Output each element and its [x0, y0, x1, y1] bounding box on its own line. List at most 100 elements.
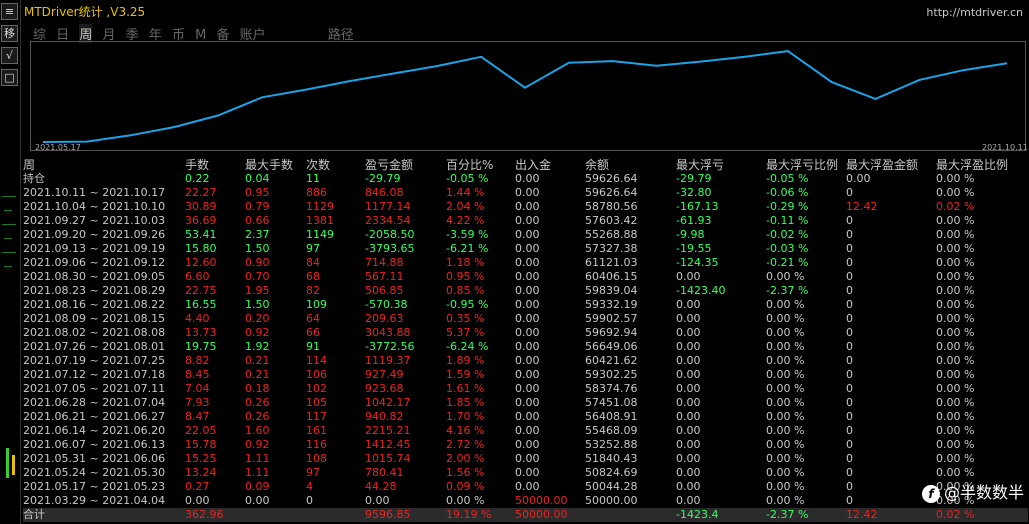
- table-cell: 0.00 %: [936, 368, 975, 381]
- table-row[interactable]: 2021.08.16 ~ 2021.08.22 16.55 1.50 109 -570.…: [23, 298, 1028, 312]
- check-button[interactable]: √: [1, 47, 18, 64]
- table-cell: 64: [306, 312, 320, 325]
- table-cell: 0.00 %: [766, 340, 805, 353]
- table-cell: 0.00: [676, 480, 701, 493]
- table-row[interactable]: 2021.09.20 ~ 2021.09.26 53.41 2.37 1149 -205…: [23, 228, 1028, 242]
- total-cell: 19.19 %: [446, 508, 492, 521]
- move-button[interactable]: 移: [1, 25, 18, 42]
- table-cell: 1.61 %: [446, 382, 485, 395]
- table-cell: -2.37 %: [766, 284, 809, 297]
- table-row[interactable]: 2021.05.17 ~ 2021.05.23 0.27 0.09 4 44.28 0.0…: [23, 480, 1028, 494]
- table-row[interactable]: 2021.10.11 ~ 2021.10.17 22.27 0.95 886 846.0…: [23, 186, 1028, 200]
- table-cell: 57451.08: [585, 396, 638, 409]
- chart-level-mark: [4, 238, 12, 239]
- table-cell: -2058.50: [365, 228, 415, 241]
- table-cell: 1149: [306, 228, 334, 241]
- position-row[interactable]: 持仓 0.22 0.04 11 -29.79 -0.05 % 0.00 59626.64 -29…: [23, 172, 1028, 186]
- table-cell: 0.00 %: [936, 424, 975, 437]
- table-cell: 108: [306, 452, 327, 465]
- table-cell: 0.00 %: [766, 326, 805, 339]
- table-row[interactable]: 2021.08.30 ~ 2021.09.05 6.60 0.70 68 567.11 0…: [23, 270, 1028, 284]
- table-cell: 0.00 %: [766, 354, 805, 367]
- table-cell: 0: [846, 494, 853, 507]
- table-cell: 0: [846, 340, 853, 353]
- table-row[interactable]: 2021.06.07 ~ 2021.06.13 15.78 0.92 116 1412.…: [23, 438, 1028, 452]
- table-row[interactable]: 2021.03.29 ~ 2021.04.04 0.00 0.00 0 0.00 0.00…: [23, 494, 1028, 508]
- table-cell: 2021.07.12 ~ 2021.07.18: [23, 368, 166, 381]
- table-row[interactable]: 2021.05.24 ~ 2021.05.30 13.24 1.11 97 780.41…: [23, 466, 1028, 480]
- table-row[interactable]: 2021.10.04 ~ 2021.10.10 30.89 0.79 1129 1177…: [23, 200, 1028, 214]
- table-cell: 0.00: [676, 410, 701, 423]
- table-cell: 91: [306, 340, 320, 353]
- left-toolbar: ≡ 移 √ □: [0, 0, 21, 524]
- table-cell: 102: [306, 382, 327, 395]
- table-row[interactable]: 2021.07.05 ~ 2021.07.11 7.04 0.18 102 923.68…: [23, 382, 1028, 396]
- table-header-row: 周 手数 最大手数 次数 盈亏金额 百分比% 出入金 余额 最大浮亏 最大浮亏比例 最大浮盈金额 最大…: [23, 158, 1028, 172]
- table-cell: 0.00: [676, 438, 701, 451]
- table-cell: 1119.37: [365, 354, 411, 367]
- table-cell: 0.00: [185, 494, 210, 507]
- table-cell: 15.78: [185, 438, 217, 451]
- table-row[interactable]: 2021.08.02 ~ 2021.08.08 13.73 0.92 66 3043.8…: [23, 326, 1028, 340]
- table-cell: 0.00: [676, 466, 701, 479]
- table-cell: 59692.94: [585, 326, 638, 339]
- table-cell: 2021.09.06 ~ 2021.09.12: [23, 256, 166, 269]
- table-row[interactable]: 2021.05.31 ~ 2021.06.06 15.25 1.11 108 1015.…: [23, 452, 1028, 466]
- table-cell: 53.41: [185, 228, 217, 241]
- table-cell: 2021.09.27 ~ 2021.10.03: [23, 214, 166, 227]
- table-cell: 0.00: [515, 214, 540, 227]
- total-cell: -1423.4: [676, 508, 719, 521]
- table-cell: 2021.05.24 ~ 2021.05.30: [23, 466, 166, 479]
- table-cell: 0.00 %: [936, 312, 975, 325]
- table-cell: 0.00 %: [936, 270, 975, 283]
- table-cell: 0.00 %: [446, 494, 485, 507]
- table-cell: 1177.14: [365, 200, 411, 213]
- table-row[interactable]: 2021.07.26 ~ 2021.08.01 19.75 1.92 91 -3772.…: [23, 340, 1028, 354]
- column-header: 最大浮亏: [676, 158, 725, 172]
- table-cell: 13.73: [185, 326, 217, 339]
- column-header: 次数: [306, 158, 331, 172]
- candle-bar: [6, 448, 9, 478]
- box-button[interactable]: □: [1, 69, 18, 86]
- table-row[interactable]: 2021.09.06 ~ 2021.09.12 12.60 0.90 84 714.88…: [23, 256, 1028, 270]
- table-cell: 1.44 %: [446, 186, 485, 199]
- table-cell: -61.93: [676, 214, 712, 227]
- table-cell: 0.95: [245, 186, 270, 199]
- table-row[interactable]: 2021.08.09 ~ 2021.08.15 4.40 0.20 64 209.63 0…: [23, 312, 1028, 326]
- table-cell: 0: [846, 256, 853, 269]
- menu-button[interactable]: ≡: [1, 3, 18, 20]
- table-row[interactable]: 2021.06.28 ~ 2021.07.04 7.93 0.26 105 1042.1…: [23, 396, 1028, 410]
- table-cell: 0.00: [676, 452, 701, 465]
- table-cell: 0.00 %: [766, 452, 805, 465]
- table-cell: 846.08: [365, 186, 404, 199]
- table-row[interactable]: 2021.09.13 ~ 2021.09.19 15.80 1.50 97 -3793.…: [23, 242, 1028, 256]
- table-cell: 84: [306, 256, 320, 269]
- table-cell: 0.00 %: [936, 382, 975, 395]
- table-cell: 4.40: [185, 312, 210, 325]
- site-url-link[interactable]: http://mtdriver.cn: [926, 6, 1023, 19]
- table-cell: 209.63: [365, 312, 404, 325]
- table-cell: 0: [846, 270, 853, 283]
- table-row[interactable]: 2021.06.21 ~ 2021.06.27 8.47 0.26 117 940.82…: [23, 410, 1028, 424]
- table-row[interactable]: 2021.06.14 ~ 2021.06.20 22.05 1.60 161 2215.…: [23, 424, 1028, 438]
- table-cell: 0: [846, 214, 853, 227]
- table-row[interactable]: 2021.08.23 ~ 2021.08.29 22.75 1.95 82 506.85…: [23, 284, 1028, 298]
- table-cell: 5.37 %: [446, 326, 485, 339]
- table-cell: -0.05 %: [446, 172, 489, 185]
- table-cell: 2334.54: [365, 214, 411, 227]
- weekly-stats-table: 周 手数 最大手数 次数 盈亏金额 百分比% 出入金 余额 最大浮亏 最大浮亏比例 最大浮盈金额 最大…: [23, 158, 1028, 522]
- table-cell: 0.00: [515, 270, 540, 283]
- table-row[interactable]: 2021.09.27 ~ 2021.10.03 36.69 0.66 1381 2334…: [23, 214, 1028, 228]
- table-cell: 0.66: [245, 214, 270, 227]
- table-cell: -0.03 %: [766, 242, 809, 255]
- table-cell: 0: [846, 326, 853, 339]
- table-cell: 0.00: [676, 382, 701, 395]
- table-cell: 2.04 %: [446, 200, 485, 213]
- table-row[interactable]: 2021.07.12 ~ 2021.07.18 8.45 0.21 106 927.49…: [23, 368, 1028, 382]
- table-cell: 0: [846, 368, 853, 381]
- table-cell: 30.89: [185, 200, 217, 213]
- table-cell: 57603.42: [585, 214, 638, 227]
- table-cell: 0: [846, 354, 853, 367]
- table-row[interactable]: 2021.07.19 ~ 2021.07.25 8.82 0.21 114 1119.3…: [23, 354, 1028, 368]
- table-cell: 13.24: [185, 466, 217, 479]
